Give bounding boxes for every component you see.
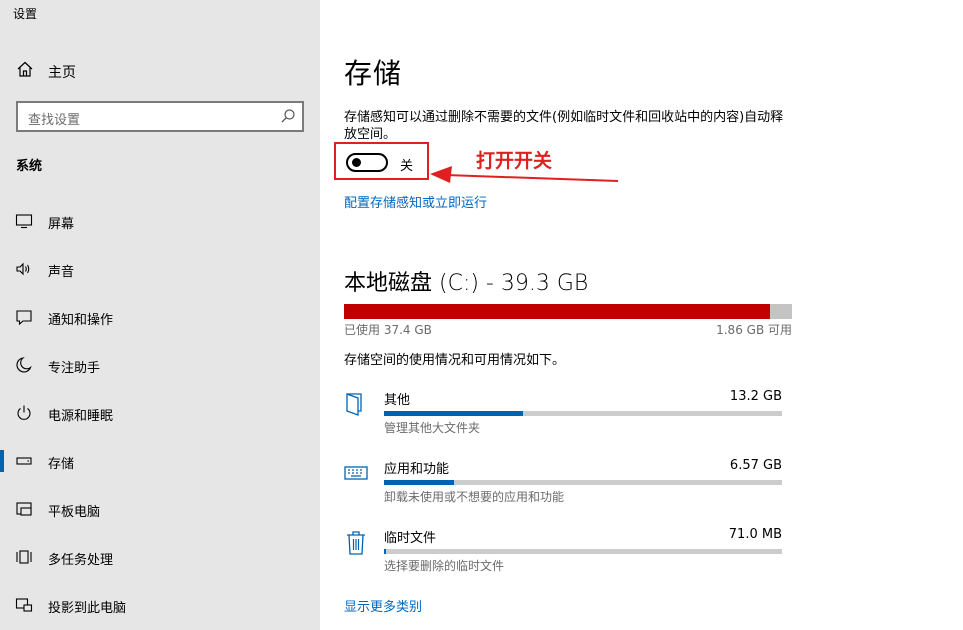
sidebar-item-notifications[interactable]: 通知和操作 — [0, 297, 320, 337]
home-icon — [17, 61, 33, 77]
monitor-icon — [15, 214, 33, 229]
sidebar-item-label: 电源和睡眠 — [48, 409, 114, 424]
toggle-state-label: 关 — [400, 159, 414, 174]
sidebar: 设置 主页 查找设置 系统 屏幕 声音 通知和操作 专注助手 电源和睡眠 存储 … — [0, 0, 320, 630]
configure-storage-sense-link[interactable]: 配置存储感知或立即运行 — [344, 192, 487, 211]
sidebar-item-label: 存储 — [48, 457, 75, 472]
sidebar-item-focus-assist[interactable]: 专注助手 — [0, 345, 320, 385]
storage-sense-description: 存储感知可以通过删除不需要的文件(例如临时文件和回收站中的内容)自动释放空间。 — [344, 110, 784, 142]
category-name: 其他 — [384, 393, 411, 408]
notification-icon — [16, 310, 32, 326]
page-title: 存储 — [344, 57, 403, 90]
category-other[interactable]: 其他 13.2 GB 管理其他大文件夹 — [344, 389, 784, 449]
speaker-icon — [16, 262, 30, 276]
disk-usage-fill — [344, 304, 770, 319]
sidebar-item-display[interactable]: 屏幕 — [0, 201, 320, 241]
category-usage-fill — [384, 549, 386, 554]
free-space-label: 1.86 GB 可用 — [716, 323, 792, 337]
folder-icon — [346, 393, 362, 416]
sidebar-item-label: 专注助手 — [48, 361, 101, 376]
show-more-categories-link[interactable]: 显示更多类别 — [344, 596, 422, 615]
search-placeholder: 查找设置 — [28, 113, 81, 128]
sidebar-item-sound[interactable]: 声音 — [0, 249, 320, 289]
sidebar-item-label: 投影到此电脑 — [48, 601, 127, 616]
trash-icon — [347, 531, 365, 555]
toggle-highlight-box: 关 — [334, 142, 429, 180]
category-name: 应用和功能 — [384, 462, 450, 477]
main-content: 存储 存储感知可以通过删除不需要的文件(例如临时文件和回收站中的内容)自动释放空… — [320, 0, 963, 630]
sidebar-item-power[interactable]: 电源和睡眠 — [0, 393, 320, 433]
category-subtitle: 管理其他大文件夹 — [384, 421, 481, 435]
used-space-label: 已使用 37.4 GB — [344, 323, 432, 337]
sidebar-item-label: 声音 — [48, 265, 75, 280]
section-label-system: 系统 — [16, 159, 43, 174]
window-title: 设置 — [13, 7, 38, 21]
category-apps-features[interactable]: 应用和功能 6.57 GB 卸载未使用或不想要的应用和功能 — [344, 458, 784, 518]
disk-usage-bar — [344, 304, 792, 319]
category-subtitle: 选择要删除的临时文件 — [384, 559, 505, 573]
sidebar-item-label: 平板电脑 — [48, 505, 101, 520]
sidebar-item-tablet[interactable]: 平板电脑 — [0, 489, 320, 529]
category-usage-bar — [384, 480, 782, 485]
sidebar-home-label: 主页 — [48, 65, 76, 81]
sidebar-item-label: 屏幕 — [48, 217, 75, 232]
search-input[interactable]: 查找设置 — [16, 101, 304, 132]
sidebar-item-project-to-pc[interactable]: 投影到此电脑 — [0, 585, 320, 625]
category-temp-files[interactable]: 临时文件 71.0 MB 选择要删除的临时文件 — [344, 527, 784, 587]
storage-sense-toggle[interactable] — [346, 153, 388, 172]
project-icon — [15, 598, 33, 612]
sidebar-item-label: 通知和操作 — [48, 313, 114, 328]
sidebar-item-label: 多任务处理 — [48, 553, 114, 568]
toggle-knob — [352, 158, 361, 167]
multitask-icon — [16, 550, 32, 564]
category-usage-bar — [384, 549, 782, 554]
annotation-text: 打开开关 — [476, 150, 553, 172]
tablet-icon — [16, 502, 32, 516]
category-size: 6.57 GB — [729, 458, 782, 473]
moon-icon — [16, 357, 32, 373]
search-icon[interactable] — [280, 108, 296, 124]
keyboard-icon — [344, 466, 368, 480]
sidebar-home[interactable]: 主页 — [0, 56, 320, 84]
sidebar-item-multitasking[interactable]: 多任务处理 — [0, 537, 320, 577]
sidebar-item-storage[interactable]: 存储 — [0, 441, 320, 481]
category-name: 临时文件 — [384, 531, 437, 546]
category-subtitle: 卸载未使用或不想要的应用和功能 — [384, 490, 565, 504]
disk-title: 本地磁盘 (C:) - 39.3 GB — [344, 271, 589, 296]
category-usage-fill — [384, 411, 524, 416]
active-indicator — [0, 450, 4, 472]
usage-description: 存储空间的使用情况和可用情况如下。 — [344, 353, 566, 368]
category-size: 13.2 GB — [729, 389, 782, 404]
power-icon — [17, 405, 31, 420]
category-usage-fill — [384, 480, 454, 485]
storage-icon — [16, 457, 32, 465]
category-size: 71.0 MB — [728, 527, 782, 542]
category-usage-bar — [384, 411, 782, 416]
